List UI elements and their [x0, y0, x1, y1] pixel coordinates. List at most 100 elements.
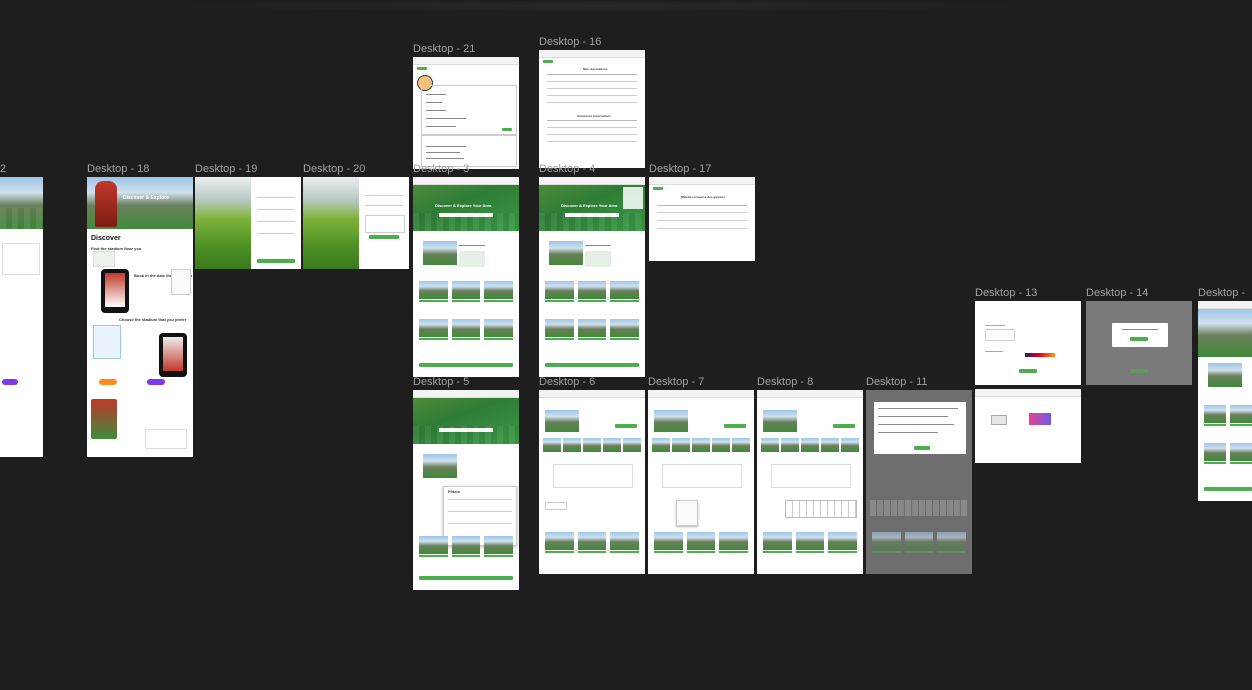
reserve-button[interactable]	[833, 424, 855, 428]
stadium-card[interactable]	[577, 281, 607, 311]
frame-desktop-18[interactable]: Discover & Explore Discover Find the sta…	[87, 177, 193, 457]
back-button[interactable]	[543, 60, 553, 63]
stadium-card[interactable]	[654, 532, 683, 562]
stadium-card[interactable]	[484, 281, 513, 311]
frame-label-desktop-13[interactable]: Desktop - 13	[975, 287, 1037, 299]
frame-desktop-edge[interactable]	[1198, 301, 1252, 501]
cta-purple[interactable]	[147, 379, 165, 385]
frame-desktop-3[interactable]: Discover & Explore Your Area	[413, 177, 519, 377]
stadium-card[interactable]	[610, 281, 639, 311]
stadium-card[interactable]	[577, 319, 607, 349]
frame-label-desktop-11[interactable]: Desktop - 11	[866, 376, 928, 388]
stadium-card[interactable]	[451, 536, 481, 566]
frame-desktop-13[interactable]	[975, 301, 1081, 385]
confirm-button[interactable]	[1130, 337, 1148, 341]
stadium-card[interactable]	[484, 536, 513, 566]
frame-desktop-20[interactable]	[303, 177, 409, 269]
frame-label-desktop-edge[interactable]: Desktop -	[1198, 287, 1245, 299]
stadium-card[interactable]	[610, 319, 639, 349]
navbar	[413, 390, 519, 398]
stadium-card[interactable]	[1230, 405, 1252, 435]
frame-desktop-11[interactable]	[866, 390, 972, 574]
stadium-card[interactable]	[1204, 405, 1226, 435]
frame-label-desktop-17[interactable]: Desktop - 17	[649, 163, 711, 175]
date-input[interactable]	[545, 502, 567, 510]
frame-label-desktop-16[interactable]: Desktop - 16	[539, 36, 601, 48]
stadium-card[interactable]	[610, 532, 639, 562]
frame-desktop-14[interactable]	[1086, 301, 1192, 385]
stadium-card[interactable]	[686, 532, 716, 562]
stadium-card[interactable]	[545, 319, 574, 349]
frame-label-desktop-3[interactable]: Desktop - 3	[413, 163, 469, 175]
frame-label-desktop-20[interactable]: Desktop - 20	[303, 163, 365, 175]
gallery	[761, 438, 859, 452]
dropdown-menu[interactable]	[623, 187, 643, 209]
see-more-button[interactable]	[419, 363, 513, 367]
frame-label-desktop-5[interactable]: Desktop - 5	[413, 376, 469, 388]
search-bar[interactable]	[439, 428, 493, 432]
edit-button[interactable]	[502, 128, 512, 131]
stadium-card[interactable]	[1204, 443, 1226, 473]
stadium-card[interactable]	[484, 319, 513, 349]
stadium-card[interactable]	[719, 532, 748, 562]
frame-label-desktop-12[interactable]: 2	[0, 163, 6, 175]
hero-banner	[413, 398, 519, 444]
stadium-card[interactable]	[828, 532, 857, 562]
frame-label-desktop-18[interactable]: Desktop - 18	[87, 163, 149, 175]
frame-desktop-8[interactable]	[757, 390, 863, 574]
pay-button[interactable]	[1019, 369, 1037, 373]
ok-button[interactable]	[914, 446, 930, 450]
pay-button[interactable]	[1130, 369, 1148, 373]
stadium-card[interactable]	[545, 532, 574, 562]
time-slots	[870, 500, 968, 516]
frame-desktop-12[interactable]	[0, 177, 43, 457]
frame-label-desktop-19[interactable]: Desktop - 19	[195, 163, 257, 175]
stadium-card[interactable]	[451, 319, 481, 349]
stadium-card[interactable]	[419, 536, 448, 566]
stadium-card[interactable]	[419, 281, 448, 311]
see-more-button[interactable]	[419, 576, 513, 580]
frame-desktop-16[interactable]: Mes réservations Anciennes réservations	[539, 50, 645, 168]
stadium-card[interactable]	[545, 281, 574, 311]
time-slots[interactable]	[785, 500, 857, 518]
navbar	[539, 177, 645, 185]
hero-image	[1198, 309, 1252, 357]
frame-label-desktop-8[interactable]: Desktop - 8	[757, 376, 813, 388]
see-more-button[interactable]	[1204, 487, 1252, 491]
cta-pill[interactable]	[2, 379, 18, 385]
frame-label-desktop-7[interactable]: Desktop - 7	[648, 376, 704, 388]
frame-desktop-5[interactable]: Filters	[413, 390, 519, 590]
frame-desktop-4[interactable]: Discover & Explore Your Area	[539, 177, 645, 377]
stadium-card[interactable]	[451, 281, 481, 311]
stadium-card[interactable]	[419, 319, 448, 349]
frame-desktop-17[interactable]: Matchs en bourse des garçons	[649, 177, 755, 261]
canvas-top-shadow	[150, 0, 1050, 12]
frame-desktop-21[interactable]	[413, 57, 519, 169]
back-button[interactable]	[653, 187, 663, 190]
frame-desktop-6[interactable]	[539, 390, 645, 574]
frame-desktop-7[interactable]	[648, 390, 754, 574]
see-more-button[interactable]	[545, 363, 639, 367]
ticket-thumb	[991, 415, 1007, 425]
search-bar[interactable]	[439, 213, 493, 217]
frame-desktop-13-confirm[interactable]	[975, 389, 1081, 463]
frame-label-desktop-4[interactable]: Desktop - 4	[539, 163, 595, 175]
frame-desktop-19[interactable]	[195, 177, 301, 269]
stadium-card[interactable]	[795, 532, 825, 562]
navbar	[539, 390, 645, 398]
reserve-button[interactable]	[615, 424, 637, 428]
submit-button[interactable]	[257, 259, 295, 263]
frame-label-desktop-21[interactable]: Desktop - 21	[413, 43, 475, 55]
submit-button[interactable]	[369, 235, 399, 239]
back-button[interactable]	[417, 67, 427, 70]
player-photo-2	[91, 399, 117, 439]
search-bar[interactable]	[565, 213, 619, 217]
reserve-button[interactable]	[724, 424, 746, 428]
stadium-card[interactable]	[1230, 443, 1252, 473]
frame-label-desktop-14[interactable]: Desktop - 14	[1086, 287, 1148, 299]
stadium-card[interactable]	[763, 532, 792, 562]
cta-orange[interactable]	[99, 379, 117, 385]
frame-label-desktop-6[interactable]: Desktop - 6	[539, 376, 595, 388]
stadium-card[interactable]	[577, 532, 607, 562]
date-picker[interactable]	[676, 500, 698, 526]
